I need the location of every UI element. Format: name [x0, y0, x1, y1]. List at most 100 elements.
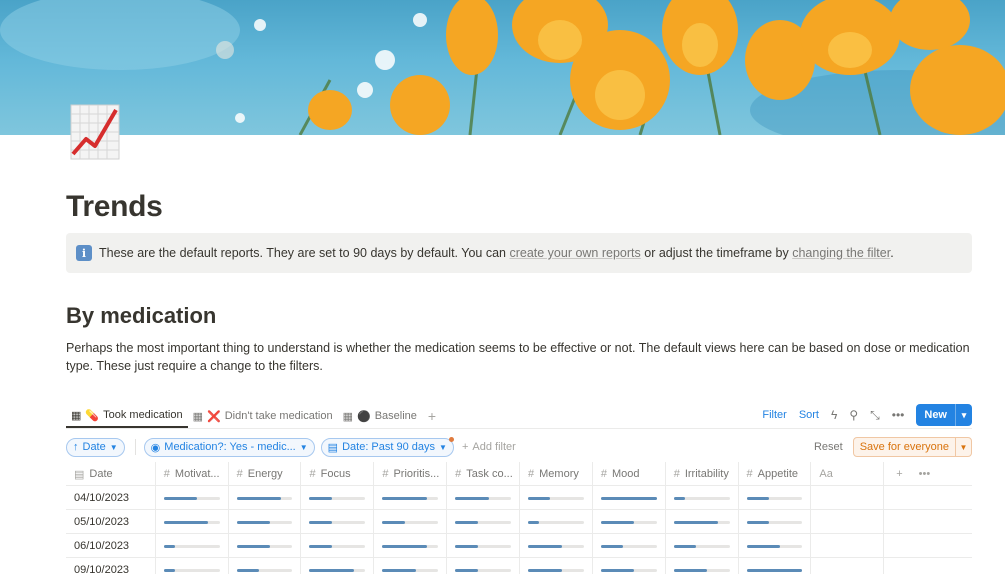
column-header-appetite[interactable]: # Appetite — [739, 462, 812, 486]
title-cell[interactable] — [811, 558, 885, 574]
rating-cell[interactable] — [666, 558, 739, 574]
lightning-icon[interactable]: ϟ — [831, 408, 837, 422]
rating-cell[interactable] — [156, 558, 229, 574]
rating-cell[interactable] — [156, 534, 229, 558]
table-row[interactable]: 05/10/2023 — [66, 510, 972, 534]
add-view-icon[interactable]: + — [422, 408, 442, 424]
date-filter-label: Date: Past 90 days — [342, 441, 436, 453]
create-reports-link[interactable]: create your own reports — [509, 246, 640, 260]
filter-button[interactable]: Filter — [762, 409, 786, 421]
unsaved-dot-icon — [448, 436, 454, 442]
tab-didnt-take-medication[interactable]: ▦ ❌ Didn't take medication — [188, 404, 338, 428]
number-icon: # — [528, 468, 535, 480]
rating-cell[interactable] — [593, 558, 666, 574]
progress-fill — [163, 544, 175, 548]
reset-button[interactable]: Reset — [814, 441, 843, 453]
chevron-down-icon[interactable]: ▼ — [955, 438, 971, 456]
date-cell[interactable]: 05/10/2023 — [66, 510, 156, 534]
title-cell[interactable] — [811, 510, 885, 534]
rating-cell[interactable] — [520, 558, 593, 574]
expand-icon[interactable]: ⤡ — [870, 408, 880, 423]
chart-increasing-icon[interactable] — [70, 104, 120, 160]
chevron-down-icon[interactable]: ▾ — [955, 404, 972, 426]
column-header-memory[interactable]: # Memory — [520, 462, 593, 486]
progress-fill — [236, 568, 259, 572]
rating-cell[interactable] — [666, 534, 739, 558]
rating-cell[interactable] — [593, 534, 666, 558]
rating-cell[interactable] — [593, 486, 666, 510]
search-icon[interactable]: ⚲ — [849, 408, 858, 422]
add-column-icon[interactable]: + — [896, 468, 902, 480]
rating-cell[interactable] — [447, 510, 521, 534]
rating-cell[interactable] — [666, 510, 739, 534]
title-cell[interactable] — [811, 486, 885, 510]
new-button-label[interactable]: New — [916, 404, 955, 426]
progress-bar — [382, 520, 439, 524]
rating-cell[interactable] — [229, 486, 302, 510]
save-label[interactable]: Save for everyone — [854, 438, 955, 456]
rating-cell[interactable] — [156, 510, 229, 534]
more-options-icon[interactable]: ••• — [919, 468, 931, 480]
date-cell[interactable]: 04/10/2023 — [66, 486, 156, 510]
date-filter-pill[interactable]: ▤ Date: Past 90 days ▼ — [320, 436, 454, 457]
table-row[interactable]: 09/10/2023 — [66, 558, 972, 574]
progress-fill — [163, 568, 175, 572]
new-button[interactable]: New ▾ — [916, 404, 972, 426]
column-header-motivation[interactable]: # Motivat... — [156, 462, 229, 486]
progress-fill — [163, 520, 209, 524]
rating-cell[interactable] — [447, 534, 521, 558]
rating-cell[interactable] — [301, 510, 375, 534]
tab-took-medication[interactable]: ▦ 💊 Took medication — [66, 404, 188, 428]
rating-cell[interactable] — [520, 534, 593, 558]
rating-cell[interactable] — [374, 510, 448, 534]
number-icon: # — [163, 468, 170, 480]
rating-cell[interactable] — [156, 486, 229, 510]
rating-cell[interactable] — [739, 558, 812, 574]
table-row[interactable]: 04/10/2023 — [66, 486, 972, 510]
rating-cell[interactable] — [520, 486, 593, 510]
column-header-mood[interactable]: # Mood — [593, 462, 666, 486]
tab-baseline[interactable]: ▦ ⚫ Baseline — [338, 404, 422, 428]
changing-filter-link[interactable]: changing the filter — [792, 246, 890, 260]
rating-cell[interactable] — [593, 510, 666, 534]
column-header-prioritisation[interactable]: # Prioritis... — [374, 462, 448, 486]
rating-cell[interactable] — [739, 486, 812, 510]
date-cell[interactable]: 09/10/2023 — [66, 558, 156, 574]
column-header-energy[interactable]: # Energy — [229, 462, 302, 486]
rating-cell[interactable] — [301, 534, 375, 558]
rating-cell[interactable] — [301, 558, 375, 574]
add-filter-button[interactable]: + Add filter — [462, 441, 516, 453]
column-header-irritability[interactable]: # Irritability — [666, 462, 739, 486]
table-row[interactable]: 06/10/2023 — [66, 534, 972, 558]
sort-pill[interactable]: ↑ Date ▼ — [66, 437, 125, 457]
rating-cell[interactable] — [739, 510, 812, 534]
rating-cell[interactable] — [447, 486, 521, 510]
rating-cell[interactable] — [374, 486, 448, 510]
column-header-task-completion[interactable]: # Task co... — [447, 462, 521, 486]
sort-button[interactable]: Sort — [799, 409, 819, 421]
title-cell[interactable] — [811, 534, 885, 558]
rating-cell[interactable] — [229, 510, 302, 534]
rating-cell[interactable] — [229, 558, 302, 574]
save-for-everyone-button[interactable]: Save for everyone ▼ — [852, 437, 972, 457]
column-header-date[interactable]: ▤ Date — [66, 462, 156, 486]
rating-cell[interactable] — [739, 534, 812, 558]
medication-filter-pill[interactable]: ◉ Medication?: Yes - medic... ▼ — [143, 437, 315, 457]
column-header-title[interactable]: Aa — [811, 462, 885, 486]
rating-cell[interactable] — [520, 510, 593, 534]
date-cell[interactable]: 06/10/2023 — [66, 534, 156, 558]
column-header-actions: + ••• — [884, 462, 972, 486]
progress-fill — [236, 496, 282, 500]
column-label: Mood — [611, 468, 640, 480]
column-header-focus[interactable]: # Focus — [301, 462, 375, 486]
rating-cell[interactable] — [447, 558, 521, 574]
empty-cell — [884, 558, 972, 574]
rating-cell[interactable] — [301, 486, 375, 510]
more-options-icon[interactable]: ••• — [892, 408, 905, 422]
rating-cell[interactable] — [374, 558, 448, 574]
progress-fill — [382, 520, 405, 524]
progress-fill — [746, 544, 781, 548]
rating-cell[interactable] — [374, 534, 448, 558]
rating-cell[interactable] — [229, 534, 302, 558]
rating-cell[interactable] — [666, 486, 739, 510]
